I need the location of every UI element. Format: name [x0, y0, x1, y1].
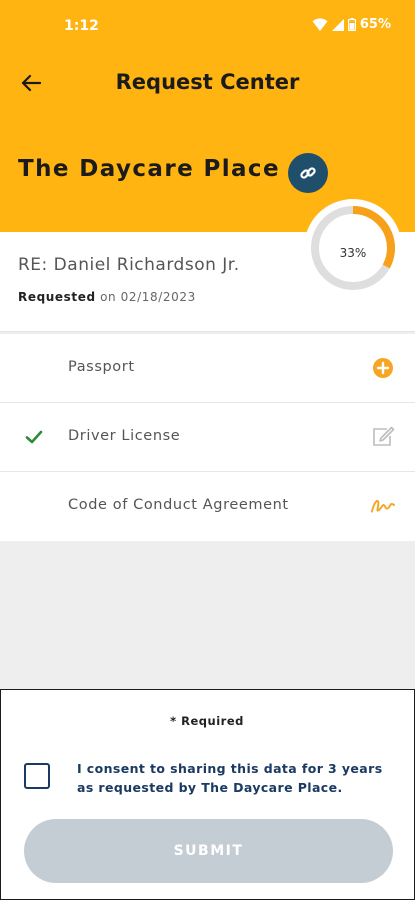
consent-text: I consent to sharing this data for 3 yea… [77, 761, 383, 795]
document-list: Passport Driver License Code of Conduct Ag… [0, 334, 415, 541]
signature-icon[interactable] [371, 494, 395, 518]
requested-label: Requested [18, 290, 96, 304]
signal-icon [331, 18, 344, 31]
status-time: 1:12 [64, 18, 99, 34]
checkmark-icon [24, 427, 44, 447]
battery-icon [347, 18, 356, 31]
document-row[interactable]: Code of Conduct Agreement [0, 472, 415, 541]
progress-percent: 33% [339, 246, 367, 260]
recipient-label: RE: Daniel Richardson Jr. [18, 255, 240, 275]
consent-panel: * Required I consent to sharing this dat… [0, 689, 415, 900]
document-label: Code of Conduct Agreement [68, 497, 289, 513]
organization-name: The Daycare Place [18, 156, 280, 182]
consent-checkbox[interactable] [24, 763, 50, 789]
status-icons: 65% [312, 17, 391, 32]
document-label: Passport [68, 359, 135, 375]
submit-button[interactable]: SUBMIT [24, 819, 393, 883]
document-label: Driver License [68, 428, 181, 444]
document-row[interactable]: Passport [0, 334, 415, 403]
requested-date-line: Requested on 02/18/2023 [18, 290, 196, 304]
page-title: Request Center [115, 70, 300, 94]
wifi-icon [312, 18, 328, 31]
status-bar: 1:12 65% [0, 0, 415, 52]
document-row[interactable]: Driver License [0, 403, 415, 472]
requested-date: on 02/18/2023 [100, 290, 196, 304]
edit-icon[interactable] [371, 425, 395, 449]
required-note: * Required [170, 714, 244, 728]
link-button[interactable] [288, 153, 328, 193]
battery-percent: 65% [359, 17, 391, 32]
link-icon [300, 167, 316, 179]
progress-indicator: 33% [303, 198, 403, 310]
add-circle-icon[interactable] [371, 356, 395, 380]
